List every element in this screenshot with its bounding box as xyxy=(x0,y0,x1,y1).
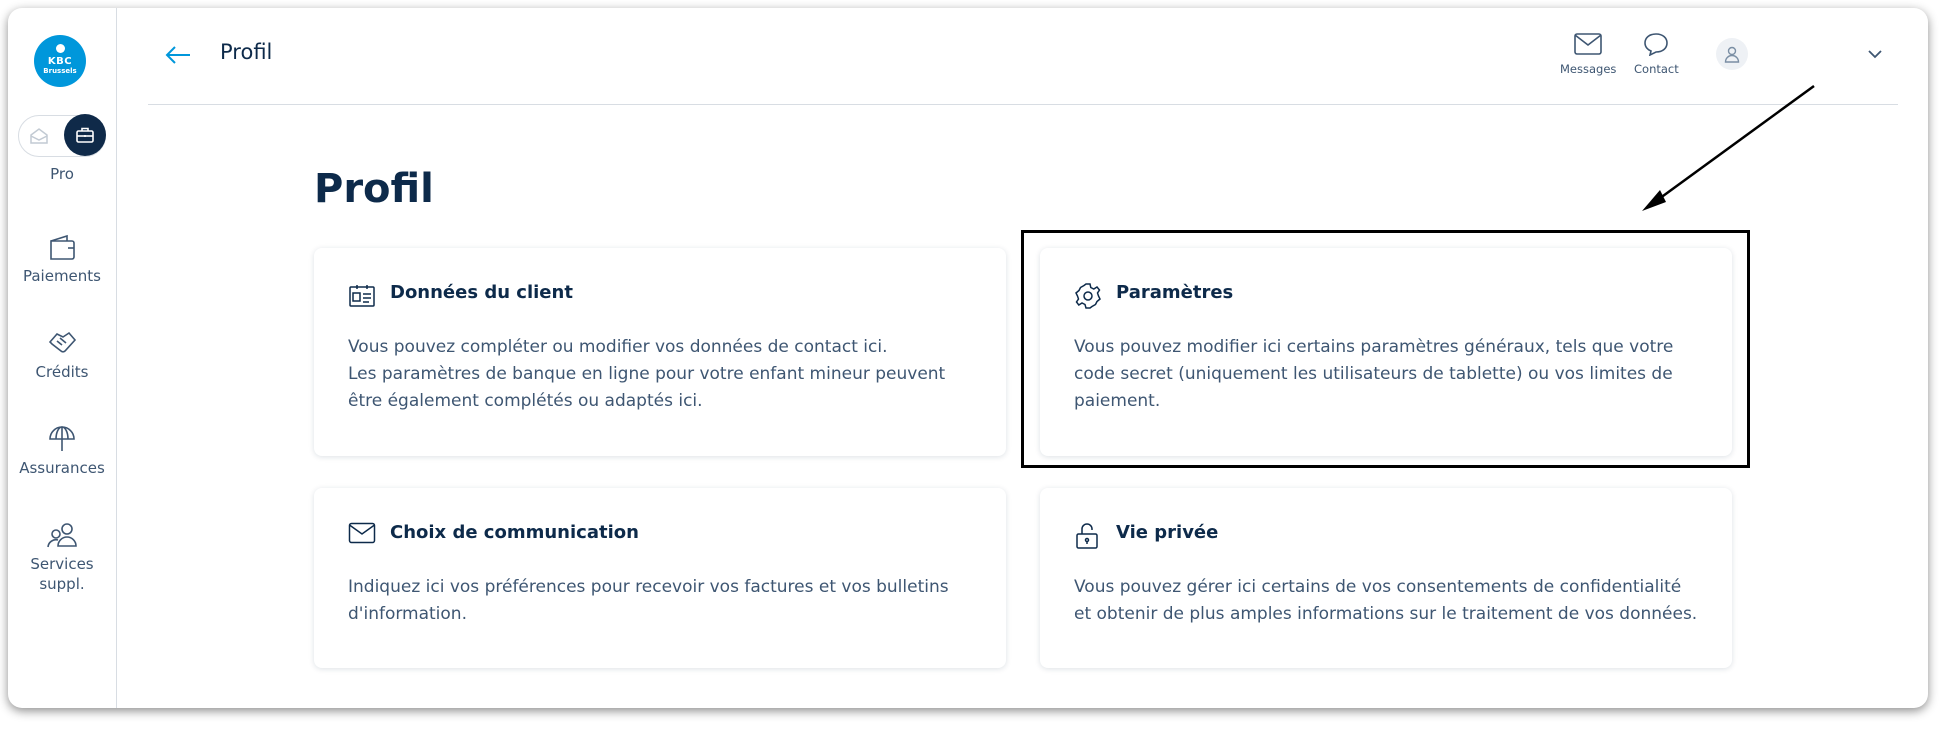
private-pro-toggle[interactable] xyxy=(18,114,106,157)
card-description: Vous pouvez gérer ici certains de vos co… xyxy=(1074,577,1698,624)
logo-text: KBC xyxy=(47,55,73,67)
card-title: Vie privée xyxy=(1116,522,1219,543)
card-description: Vous pouvez compléter ou modifier vos do… xyxy=(348,337,946,411)
card-title: Choix de communication xyxy=(390,522,639,543)
user-icon xyxy=(1724,46,1740,63)
chevron-down-icon[interactable] xyxy=(1866,46,1884,60)
envelope-icon xyxy=(348,522,376,550)
pro-briefcase-icon[interactable] xyxy=(64,114,106,156)
card-choix-communication[interactable]: Choix de communication Indiquez ici vos … xyxy=(314,488,1006,668)
chat-bubble-icon xyxy=(1644,33,1669,57)
sidebar-item-label: Assurances xyxy=(19,459,105,477)
sidebar: KBC Brussels Pro Paiements Crédits Assur… xyxy=(8,8,117,708)
sidebar-item-label: Crédits xyxy=(35,363,89,381)
card-vie-privee[interactable]: Vie privée Vous pouvez gérer ici certain… xyxy=(1040,488,1732,668)
contact-button[interactable]: Contact xyxy=(1634,32,1679,76)
back-arrow-icon[interactable] xyxy=(164,44,192,66)
unlock-icon xyxy=(1074,522,1102,550)
sidebar-item-label: Services suppl. xyxy=(30,555,94,593)
logo-person-icon xyxy=(55,44,65,53)
card-donnees-client[interactable]: Données du client Vous pouvez compléter … xyxy=(314,248,1006,456)
sidebar-item-paiements[interactable]: Paiements xyxy=(8,230,116,286)
messages-label: Messages xyxy=(1560,62,1617,76)
envelope-icon xyxy=(1574,33,1603,55)
avatar[interactable] xyxy=(1716,38,1748,70)
wallet-icon xyxy=(8,230,116,264)
contact-label: Contact xyxy=(1634,62,1679,76)
id-card-icon xyxy=(348,282,376,310)
umbrella-icon xyxy=(8,422,116,456)
header-title: Profil xyxy=(220,40,273,64)
handshake-icon xyxy=(8,326,116,360)
card-title: Données du client xyxy=(390,282,573,303)
top-header: Profil Messages Contact xyxy=(148,8,1898,105)
page-title: Profil xyxy=(314,166,434,212)
sidebar-item-credits[interactable]: Crédits xyxy=(8,326,116,382)
kbc-logo[interactable]: KBC Brussels xyxy=(34,35,86,87)
toggle-label: Pro xyxy=(50,165,74,183)
private-home-icon[interactable] xyxy=(27,124,51,148)
app-window: KBC Brussels Pro Paiements Crédits Assur… xyxy=(8,8,1928,708)
sidebar-item-services[interactable]: Services suppl. xyxy=(8,518,116,594)
sidebar-item-label: Paiements xyxy=(22,267,101,285)
users-icon xyxy=(8,518,116,552)
sidebar-item-assurances[interactable]: Assurances xyxy=(8,422,116,478)
messages-button[interactable]: Messages xyxy=(1560,32,1616,76)
logo-subtext: Brussels xyxy=(43,66,77,75)
card-description: Indiquez ici vos préférences pour recevo… xyxy=(348,577,949,624)
annotation-highlight-box xyxy=(1021,230,1750,468)
